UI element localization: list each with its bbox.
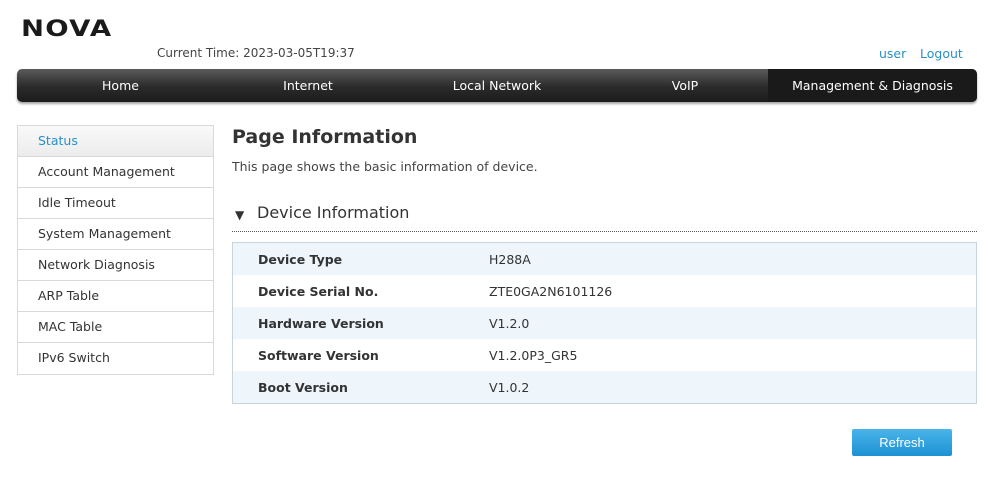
table-row: Software Version V1.2.0P3_GR5 [233,339,976,371]
software-version-value: V1.2.0P3_GR5 [489,347,578,363]
user-link[interactable]: user [879,46,906,61]
tab-local-network[interactable]: Local Network [392,69,602,102]
sidebar: Status Account Management Idle Timeout S… [17,125,214,375]
tab-home[interactable]: Home [17,69,224,102]
tab-management-diagnosis[interactable]: Management & Diagnosis [768,69,977,102]
software-version-label: Software Version [258,347,379,363]
sidebar-item-arp-table[interactable]: ARP Table [18,281,213,312]
table-row: Hardware Version V1.2.0 [233,307,976,339]
boot-version-label: Boot Version [258,379,348,395]
top-navigation: Home Internet Local Network VoIP Managem… [17,69,977,102]
sidebar-item-account-management[interactable]: Account Management [18,157,213,188]
sidebar-item-ipv6-switch[interactable]: IPv6 Switch [18,343,213,374]
device-information-header[interactable]: ▼ Device Information [232,203,977,232]
table-row: Device Serial No. ZTE0GA2N6101126 [233,275,976,307]
logout-link[interactable]: Logout [920,46,963,61]
page-description: This page shows the basic information of… [232,159,538,174]
refresh-button[interactable]: Refresh [852,429,952,456]
sidebar-item-status[interactable]: Status [18,126,213,157]
triangle-down-icon[interactable]: ▼ [235,208,257,222]
sidebar-item-mac-table[interactable]: MAC Table [18,312,213,343]
table-row: Device Type H288A [233,243,976,275]
serial-number-label: Device Serial No. [258,283,379,299]
section-title: Device Information [257,203,410,222]
device-type-value: H288A [489,251,531,267]
nova-logo: NOVA [21,17,113,42]
hardware-version-label: Hardware Version [258,315,384,331]
device-type-label: Device Type [258,251,343,267]
current-time: Current Time: 2023-03-05T19:37 [157,46,355,60]
page-title: Page Information [232,126,418,148]
device-info-table: Device Type H288A Device Serial No. ZTE0… [232,242,977,404]
sidebar-item-network-diagnosis[interactable]: Network Diagnosis [18,250,213,281]
hardware-version-value: V1.2.0 [489,315,530,331]
serial-number-value: ZTE0GA2N6101126 [489,283,613,299]
tab-voip[interactable]: VoIP [602,69,768,102]
boot-version-value: V1.0.2 [489,379,530,395]
sidebar-item-idle-timeout[interactable]: Idle Timeout [18,188,213,219]
table-row: Boot Version V1.0.2 [233,371,976,403]
sidebar-item-system-management[interactable]: System Management [18,219,213,250]
tab-internet[interactable]: Internet [224,69,392,102]
